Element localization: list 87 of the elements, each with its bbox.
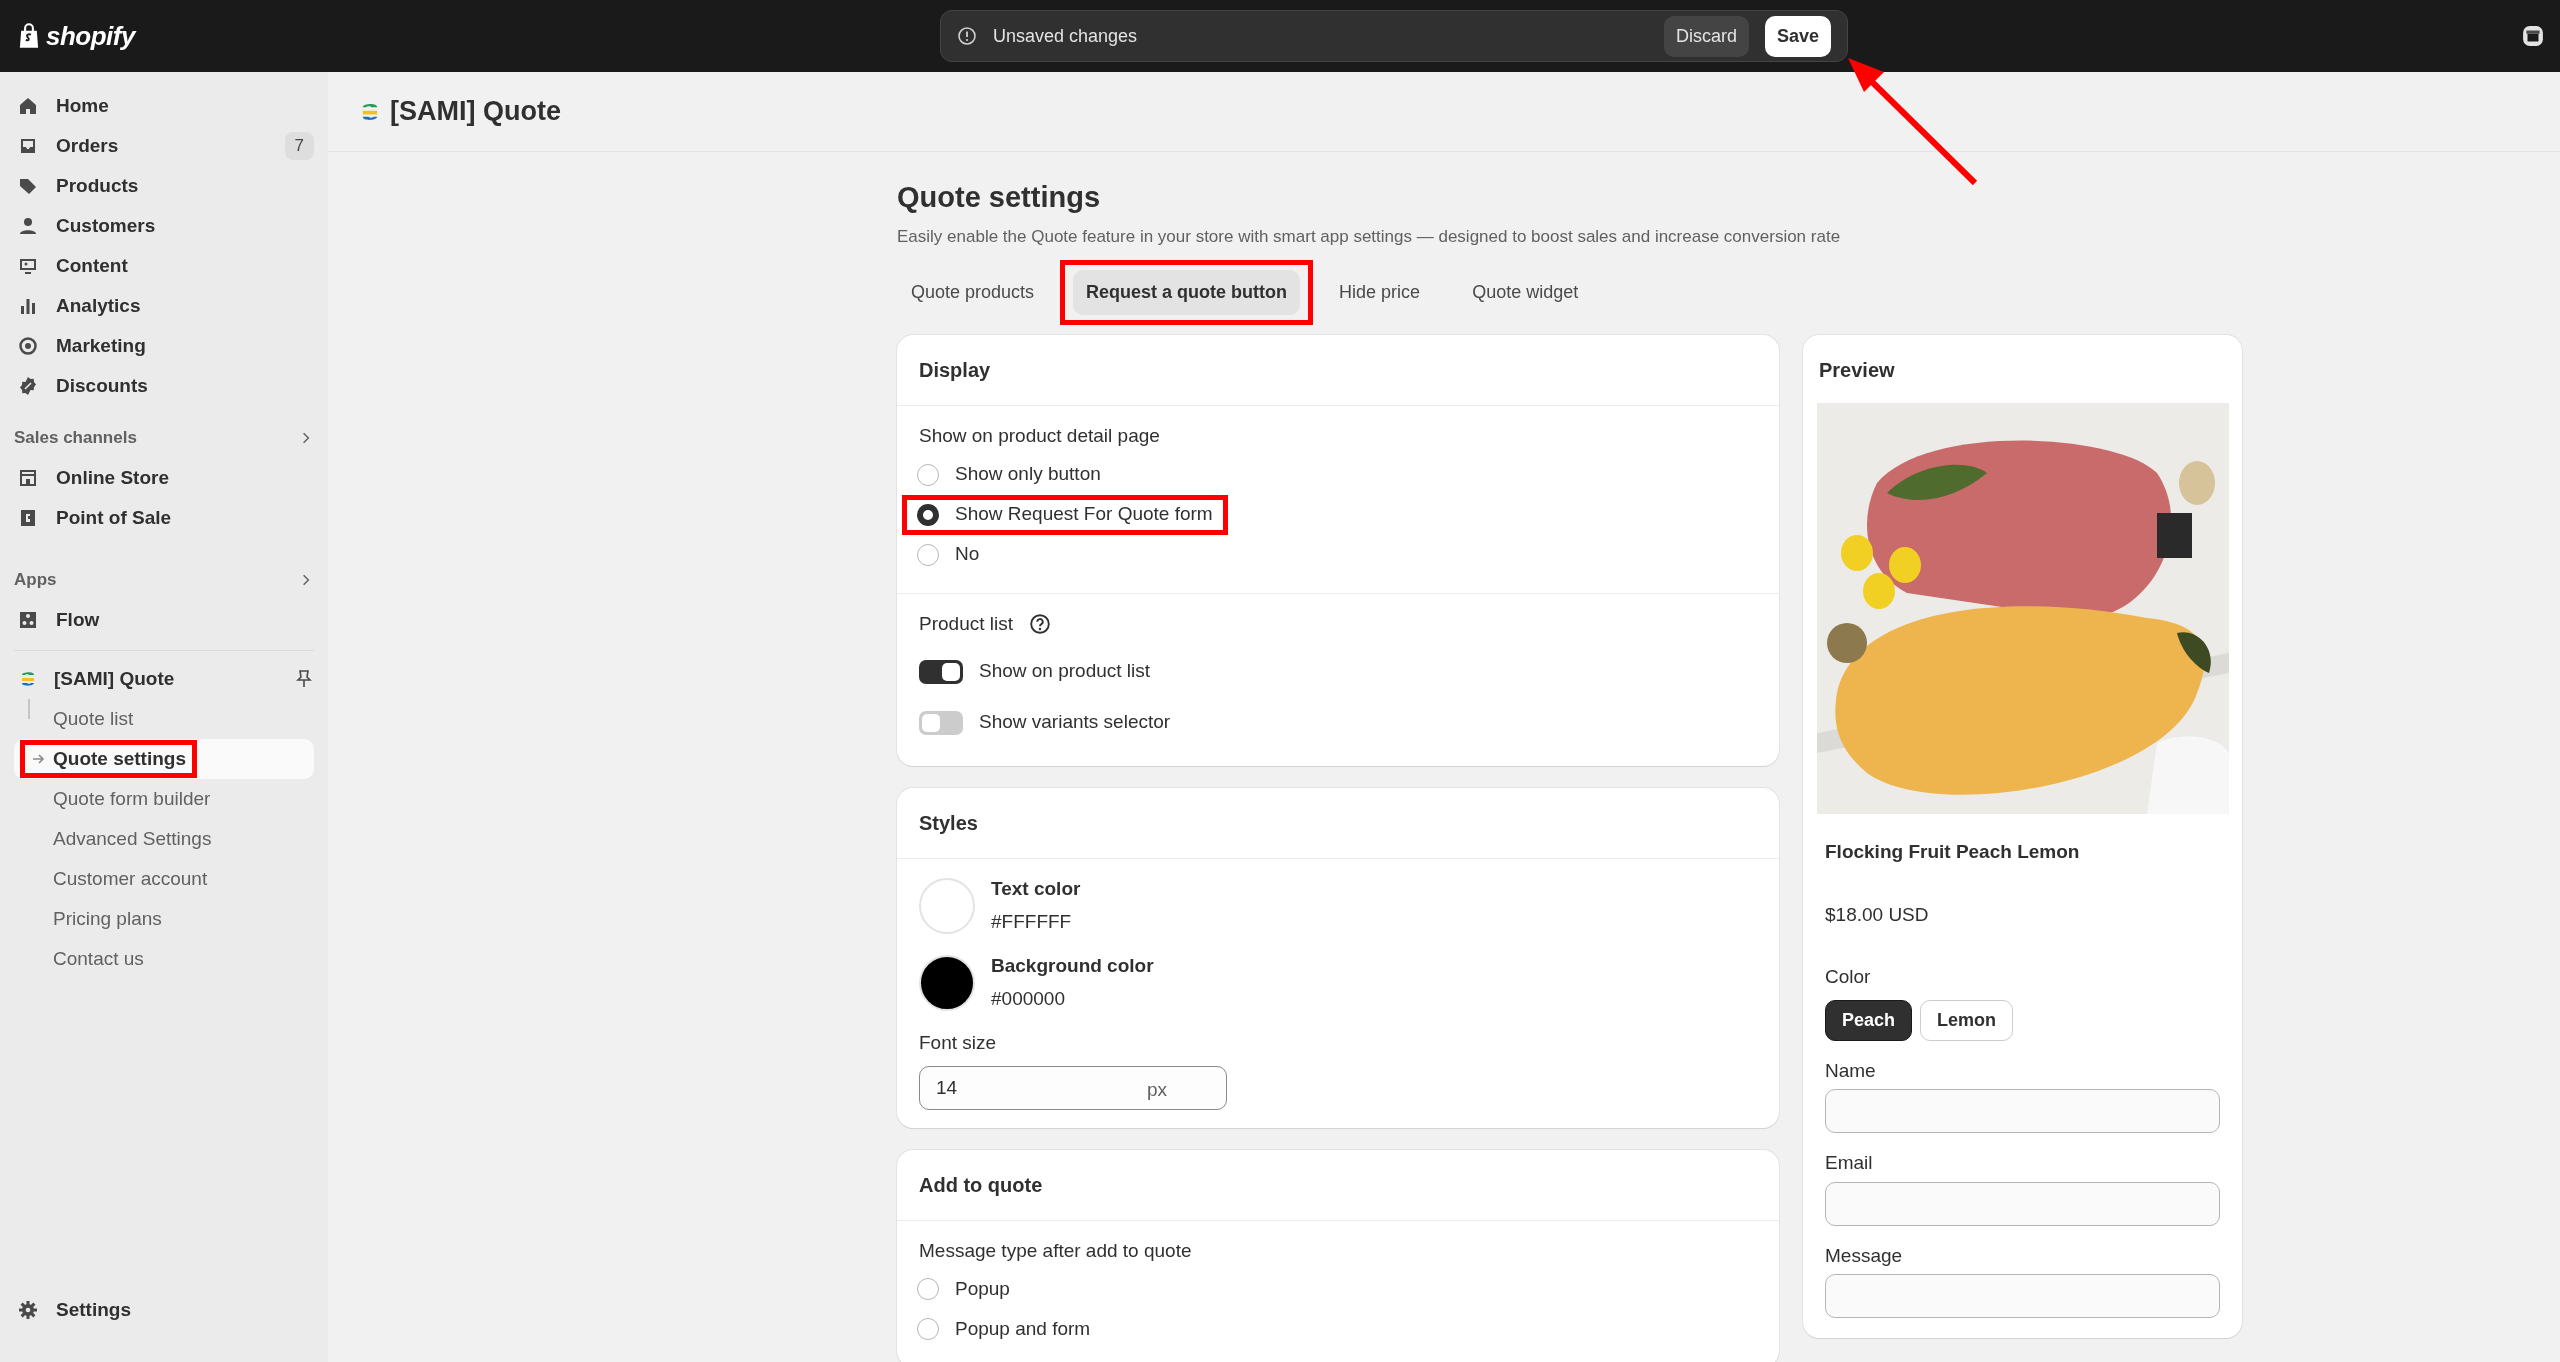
- store-icon: [18, 468, 38, 488]
- input-field[interactable]: [1825, 1274, 2220, 1318]
- card-title: Preview: [1818, 358, 1896, 383]
- unsaved-message: Unsaved changes: [992, 24, 1139, 48]
- radio-option[interactable]: Popup: [917, 1274, 1010, 1304]
- product-name: Flocking Fruit Peach Lemon: [1825, 840, 2081, 864]
- sidebar-item[interactable]: Products: [14, 166, 314, 206]
- radio-button[interactable]: [917, 1318, 939, 1340]
- radio-option[interactable]: Show Request For Quote form: [917, 500, 1213, 529]
- alert-icon: [956, 26, 977, 46]
- input-field[interactable]: [1825, 1089, 2220, 1133]
- toggle-switch[interactable]: [919, 659, 963, 684]
- logo-text: shopify: [46, 19, 135, 53]
- tab[interactable]: Request a quote button: [1073, 269, 1301, 315]
- tab[interactable]: Hide price: [1326, 269, 1434, 315]
- sidebar-subitem[interactable]: Quote form builder: [31, 784, 211, 814]
- radio-button[interactable]: [917, 503, 939, 526]
- page-subtitle: Easily enable the Quote feature in your store with smart app settings — designed to boost sales and increase conversion rate: [897, 225, 1842, 248]
- field-label: Font size: [919, 1031, 998, 1055]
- color-value: #FFFFFF: [991, 909, 1073, 934]
- section-title: Sales channels: [14, 427, 137, 450]
- card-title: Styles: [897, 788, 1779, 859]
- field-label: Message: [1825, 1243, 1904, 1268]
- radio-button[interactable]: [917, 463, 939, 486]
- bar-chart-icon: [18, 296, 38, 316]
- variant-chip[interactable]: Lemon: [1920, 999, 2014, 1041]
- sidebar-subitem[interactable]: Contact us: [31, 944, 144, 974]
- tag-icon: [18, 176, 38, 196]
- pos-icon: [18, 508, 38, 528]
- sidebar-item[interactable]: [SAMI] Quote: [14, 659, 314, 699]
- count-badge: 7: [284, 132, 314, 160]
- input-field[interactable]: [1825, 1181, 2220, 1226]
- tab[interactable]: Quote widget: [1459, 269, 1592, 315]
- pin-icon: [294, 669, 314, 689]
- discount-icon: [18, 376, 38, 396]
- sidebar-item[interactable]: Settings: [14, 1290, 314, 1330]
- inbox-icon: [18, 136, 38, 156]
- radio-option[interactable]: No: [917, 540, 980, 569]
- color-label: Background color: [991, 954, 1154, 978]
- help-icon: [1029, 612, 1051, 635]
- radio-option[interactable]: Popup and form: [917, 1314, 1091, 1344]
- sidebar-item[interactable]: Marketing: [14, 326, 314, 366]
- person-icon: [18, 216, 38, 236]
- option-label: Color: [1825, 965, 1872, 989]
- settings-icon: [18, 1300, 38, 1320]
- radio-button[interactable]: [917, 543, 939, 566]
- sidebar-subitem[interactable]: Quote list: [31, 704, 134, 734]
- sidebar-item[interactable]: Analytics: [14, 286, 314, 326]
- sidebar-item[interactable]: Content: [14, 246, 314, 286]
- sidebar-subitem[interactable]: Advanced Settings: [31, 824, 212, 854]
- discard-button[interactable]: Discard: [1663, 15, 1749, 57]
- home-icon: [18, 96, 38, 116]
- flow-icon: [18, 610, 38, 630]
- sidebar-item[interactable]: Home: [14, 86, 314, 126]
- color-value: #000000: [991, 986, 1066, 1011]
- sidebar-item[interactable]: Orders 7: [14, 126, 314, 166]
- product-price: $18.00 USD: [1825, 902, 1930, 927]
- sidebar-item[interactable]: Discounts: [14, 366, 314, 406]
- card-title: Add to quote: [897, 1149, 1779, 1221]
- field-label: Name: [1825, 1058, 1877, 1083]
- sidebar-item[interactable]: Customers: [14, 206, 314, 246]
- color-label: Text color: [991, 877, 1081, 901]
- page-title: Quote settings: [897, 180, 1101, 215]
- field-label: Product list: [919, 611, 1013, 636]
- radio-button[interactable]: [917, 1278, 939, 1300]
- card-title: Display: [897, 335, 1779, 406]
- section-title: Apps: [14, 569, 57, 592]
- sidebar-subitem[interactable]: Pricing plans: [31, 904, 162, 934]
- sidebar-item[interactable]: Online Store: [14, 458, 314, 498]
- unit-label: px: [1147, 1077, 1168, 1102]
- radio-option[interactable]: Show only button: [917, 460, 1101, 489]
- toggle-label: Show variants selector: [979, 710, 1171, 735]
- field-label: Email: [1825, 1151, 1874, 1175]
- sidebar-subitem[interactable]: Customer account: [31, 864, 208, 894]
- sidebar-item[interactable]: Point of Sale: [14, 498, 314, 538]
- variant-chip[interactable]: Peach: [1825, 999, 1913, 1041]
- toggle-label: Show on product list: [979, 659, 1151, 684]
- monitor-icon: [18, 256, 38, 276]
- target-icon: [18, 336, 38, 356]
- page-header-title: [SAMI] Quote: [390, 95, 561, 129]
- save-button[interactable]: Save: [1764, 15, 1831, 57]
- field-label: Message type after add to quote: [919, 1238, 1193, 1263]
- store-avatar-icon: [2522, 25, 2544, 47]
- toggle-switch[interactable]: [919, 710, 963, 735]
- sidebar-item[interactable]: Flow: [14, 600, 314, 640]
- field-label: Show on product detail page: [919, 424, 1161, 448]
- tab[interactable]: Quote products: [898, 269, 1048, 315]
